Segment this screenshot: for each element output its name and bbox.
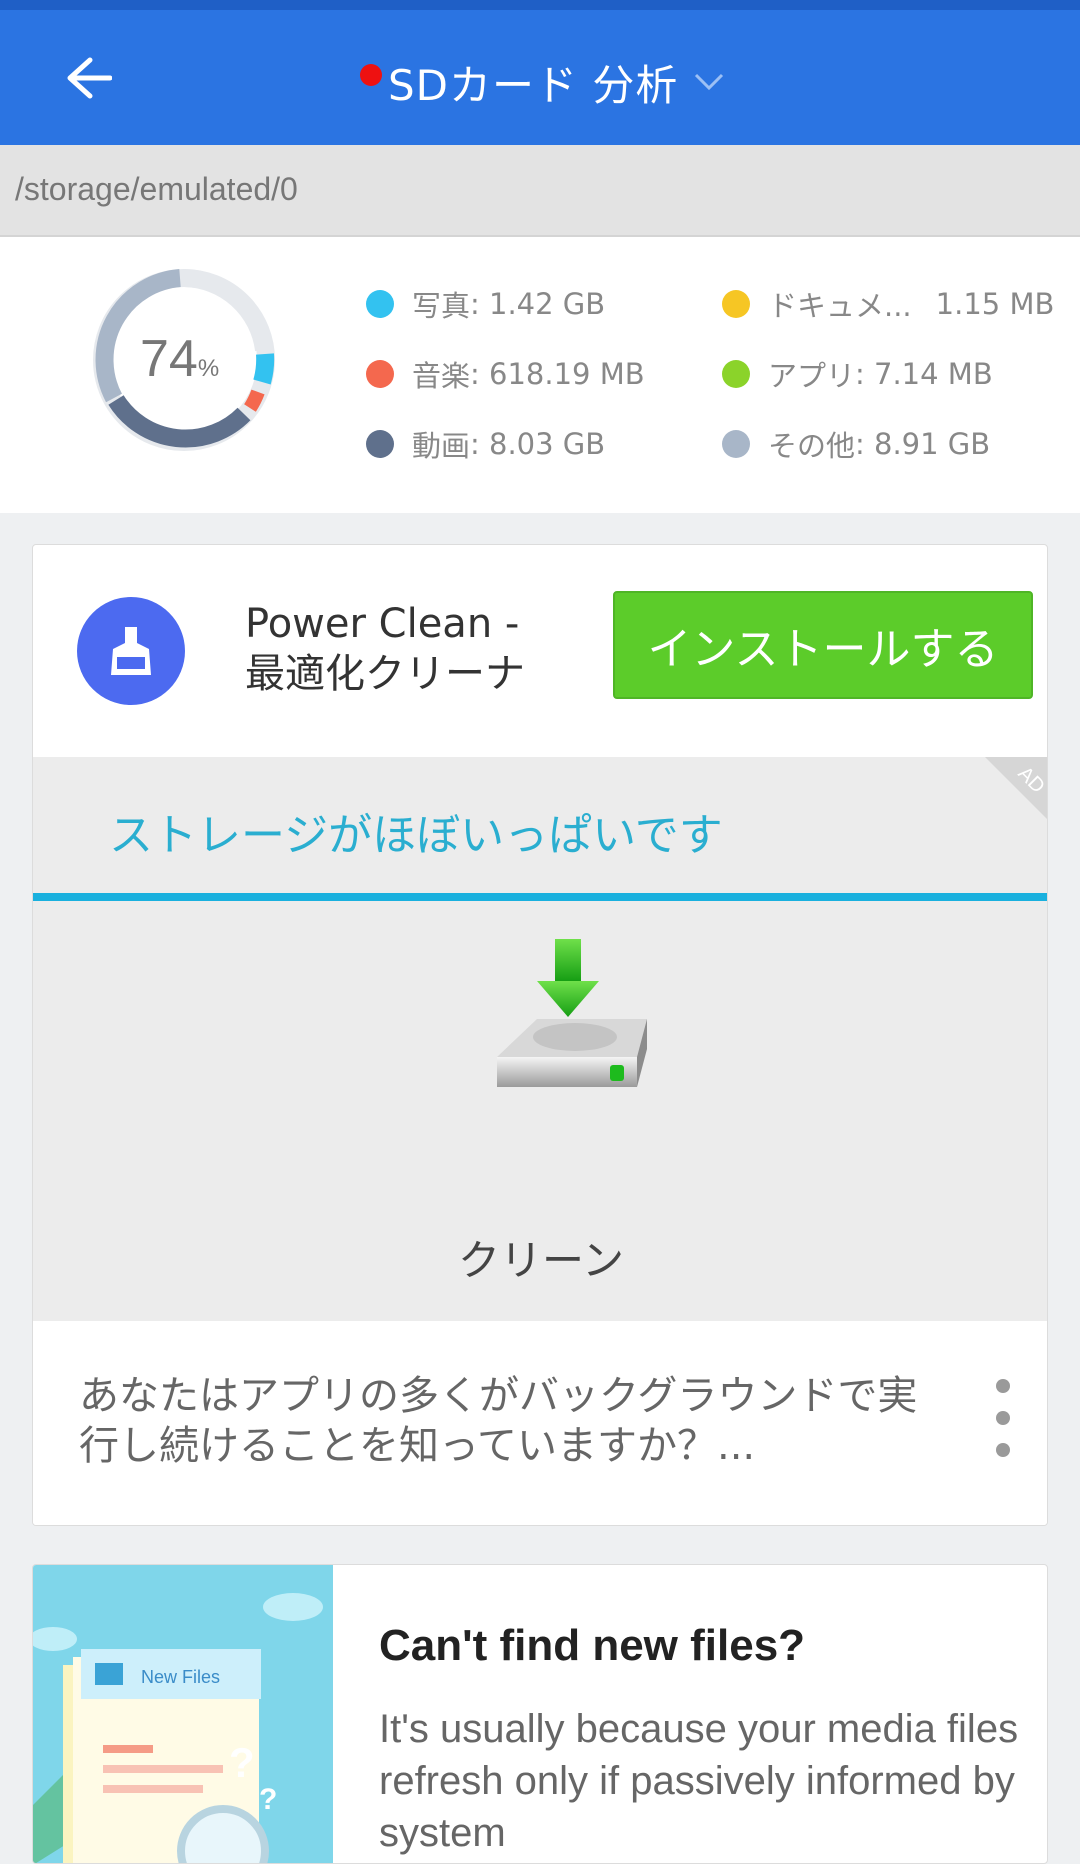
ad-banner[interactable]: AD ストレージがほぼいっぱいです <box>33 757 1047 897</box>
new-files-illustration: New Files ? ? <box>33 1565 333 1863</box>
chevron-down-icon <box>695 73 724 91</box>
svg-text:?: ? <box>229 1739 255 1786</box>
accent-divider <box>33 893 1047 901</box>
arrow-left-icon <box>67 57 113 99</box>
legend-label: その他 <box>768 429 856 463</box>
legend-label: 動画 <box>412 429 471 463</box>
legend-value: : 7.14 MB <box>855 357 993 391</box>
hard-drive-download-icon <box>497 939 647 1087</box>
legend-dot <box>366 360 394 388</box>
legend-label: アプリ <box>768 359 856 393</box>
legend-music: 音楽: 618.19 MB <box>366 353 645 395</box>
svg-text:?: ? <box>259 1783 277 1816</box>
storage-summary[interactable]: 74% 写真: 1.42 GB ドキュメ... 1.15 MB 音楽: 618.1… <box>0 237 1080 513</box>
legend-photos: 写真: 1.42 GB <box>366 283 605 325</box>
legend-value: 1.15 MB <box>935 287 1055 321</box>
storage-full-message: ストレージがほぼいっぱいです <box>109 810 723 861</box>
tip-card[interactable]: New Files ? ? Can't find new files? It's… <box>32 1564 1048 1864</box>
status-bar <box>0 0 1080 10</box>
install-button[interactable]: インストールする <box>613 591 1033 699</box>
app-bar: SDカード 分析 <box>0 10 1080 145</box>
ad-card[interactable]: Power Clean - 最適化クリーナ インストールする AD ストレージが… <box>32 544 1048 1526</box>
path-text: /storage/emulated/0 <box>15 171 298 207</box>
clean-button[interactable]: クリーン <box>33 1227 1047 1288</box>
broom-icon <box>77 597 185 705</box>
path-breadcrumb[interactable]: /storage/emulated/0 <box>0 145 1080 237</box>
illustration-label: New Files <box>141 1667 220 1687</box>
ad-description-area[interactable]: あなたはアプリの多くがバックグラウンドで実行し続けることを知っていますか？... <box>33 1321 1047 1525</box>
legend-dot <box>722 290 750 318</box>
legend-value: : 1.42 GB <box>470 287 606 321</box>
legend-documents: ドキュメ... 1.15 MB <box>722 283 1054 325</box>
page-title: SDカード 分析 <box>388 60 679 110</box>
legend-dot <box>366 290 394 318</box>
notification-dot <box>360 64 382 86</box>
legend-dot <box>722 360 750 388</box>
more-vertical-icon[interactable] <box>991 1379 1015 1469</box>
ad-description: あなたはアプリの多くがバックグラウンドで実行し続けることを知っていますか？... <box>79 1373 918 1469</box>
ad-app-name: Power Clean - 最適化クリーナ <box>245 601 525 697</box>
tip-body: It's usually because your media files re… <box>379 1707 1019 1855</box>
legend-videos: 動画: 8.03 GB <box>366 423 605 465</box>
legend-value: : 8.91 GB <box>855 427 991 461</box>
legend-value: : 618.19 MB <box>470 357 645 391</box>
legend-apps: アプリ: 7.14 MB <box>722 353 993 395</box>
used-percent: 74% <box>140 330 220 388</box>
legend-value: : 8.03 GB <box>470 427 606 461</box>
back-button[interactable] <box>52 48 113 108</box>
storage-selector[interactable]: SDカード 分析 <box>360 52 726 112</box>
legend-dot <box>722 430 750 458</box>
legend-label: 写真 <box>412 289 471 323</box>
legend-label: 音楽 <box>412 359 471 393</box>
legend-label: ドキュメ... <box>768 289 912 323</box>
tip-title: Can't find new files? <box>379 1621 806 1670</box>
legend-other: その他: 8.91 GB <box>722 423 990 465</box>
legend-dot <box>366 430 394 458</box>
